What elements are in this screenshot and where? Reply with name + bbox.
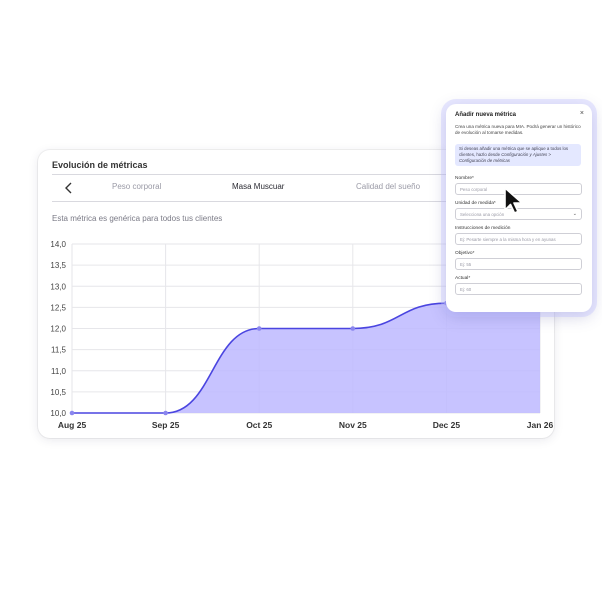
modal-title: Añadir nueva métrica bbox=[455, 112, 517, 118]
y-tick-label: 13,0 bbox=[50, 282, 66, 291]
info-banner: Si deseas añadir una métrica que se apli… bbox=[455, 144, 581, 166]
close-icon[interactable]: × bbox=[580, 110, 584, 117]
x-tick-label: Nov 25 bbox=[339, 420, 367, 430]
modal-description: Crea una métrica nueva para MIA. Podrá g… bbox=[455, 124, 581, 135]
y-tick-label: 10,5 bbox=[50, 388, 66, 397]
current-input[interactable]: Ej: 60 bbox=[455, 283, 582, 295]
y-tick-label: 14,0 bbox=[50, 240, 66, 249]
data-point bbox=[256, 326, 262, 331]
y-tick-label: 12,0 bbox=[50, 325, 66, 334]
unit-label: Unidad de medida* bbox=[455, 201, 496, 206]
x-tick-label: Aug 25 bbox=[58, 420, 87, 430]
name-label: Nombre* bbox=[455, 176, 474, 181]
x-tick-label: Oct 25 bbox=[246, 420, 272, 430]
x-tick-label: Dec 25 bbox=[433, 420, 461, 430]
chevron-down-icon: ⌄ bbox=[572, 211, 577, 217]
y-tick-label: 11,0 bbox=[51, 367, 67, 376]
y-tick-label: 12,5 bbox=[50, 303, 66, 312]
y-tick-label: 13,5 bbox=[50, 261, 66, 270]
mouse-pointer-icon bbox=[504, 187, 523, 214]
data-point bbox=[163, 410, 168, 416]
x-tick-label: Sep 25 bbox=[152, 420, 180, 430]
x-tick-label: Jan 26 bbox=[527, 420, 554, 430]
y-tick-label: 11,5 bbox=[51, 346, 67, 355]
data-point bbox=[69, 410, 75, 416]
instructions-label: Instrucciones de medición bbox=[455, 226, 511, 231]
y-tick-label: 10,0 bbox=[50, 409, 66, 418]
goal-input[interactable]: Ej: 55 bbox=[455, 258, 582, 270]
goal-label: Objetivo* bbox=[455, 251, 475, 256]
current-label: Actual* bbox=[455, 276, 471, 281]
data-point bbox=[350, 326, 356, 331]
instructions-input[interactable]: Ej: Pesarte siempre a la misma hora y en… bbox=[455, 233, 582, 245]
unit-select-value: Selecciona una opción bbox=[460, 212, 505, 217]
